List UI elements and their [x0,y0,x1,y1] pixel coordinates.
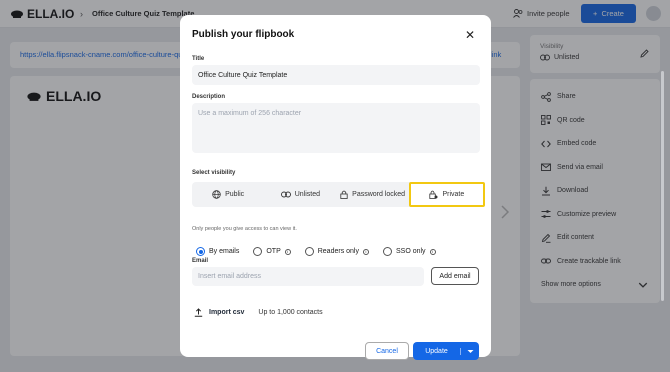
import-csv-button[interactable]: Import csv [209,309,244,316]
title-label: Title [192,56,205,62]
radio-dot [304,247,314,256]
private-lock-icon [429,190,438,199]
lock-icon [340,190,348,199]
visibility-selector: Public Unlisted Password locked Private [192,182,485,207]
update-button[interactable]: Update [413,342,479,360]
description-label: Description [192,94,226,100]
visibility-option-private[interactable]: Private [408,182,485,207]
visibility-help-text: Only people you give access to can view … [192,226,297,232]
info-icon[interactable]: i [284,248,291,255]
add-email-button[interactable]: Add email [431,267,479,285]
radio-dot-selected [196,247,205,256]
visibility-option-unlisted[interactable]: Unlisted [264,182,336,207]
email-input[interactable]: Insert email address [192,267,424,286]
description-placeholder: Use a maximum of 256 character [198,110,302,117]
globe-icon [212,190,221,199]
publish-dialog: Publish your flipbook ✕ Title Office Cul… [180,15,664,360]
close-icon[interactable]: ✕ [465,28,475,42]
update-label: Update [413,347,461,355]
radio-by-emails[interactable]: By emails [196,247,239,256]
import-limit-text: Up to 1,000 contacts [258,309,323,316]
link-icon [280,191,291,198]
dialog-title: Publish your flipbook [192,29,295,40]
radio-dot [253,247,263,256]
info-icon[interactable]: i [429,248,436,255]
visibility-select-label: Select visibility [192,170,236,176]
access-options: By emails OTP i Readers only i SSO only … [196,247,436,256]
visibility-option-public[interactable]: Public [192,182,264,207]
radio-otp[interactable]: OTP i [253,247,291,256]
email-placeholder: Insert email address [198,273,262,280]
radio-dot [382,247,392,256]
radio-sso-only[interactable]: SSO only i [382,247,436,256]
caret-down-icon [467,349,473,353]
dialog-scrollbar[interactable] [661,71,664,301]
description-field[interactable]: Use a maximum of 256 character [192,103,480,153]
radio-readers-only[interactable]: Readers only i [304,247,369,256]
import-csv-row: Import csv Up to 1,000 contacts [194,308,323,317]
info-icon[interactable]: i [362,248,369,255]
cancel-button[interactable]: Cancel [365,342,409,360]
email-label: Email [192,258,209,264]
visibility-option-password-locked[interactable]: Password locked [337,182,409,207]
title-field[interactable]: Office Culture Quiz Template [192,65,480,85]
upload-icon [194,308,203,317]
title-value: Office Culture Quiz Template [198,71,288,79]
update-dropdown[interactable] [461,349,479,354]
